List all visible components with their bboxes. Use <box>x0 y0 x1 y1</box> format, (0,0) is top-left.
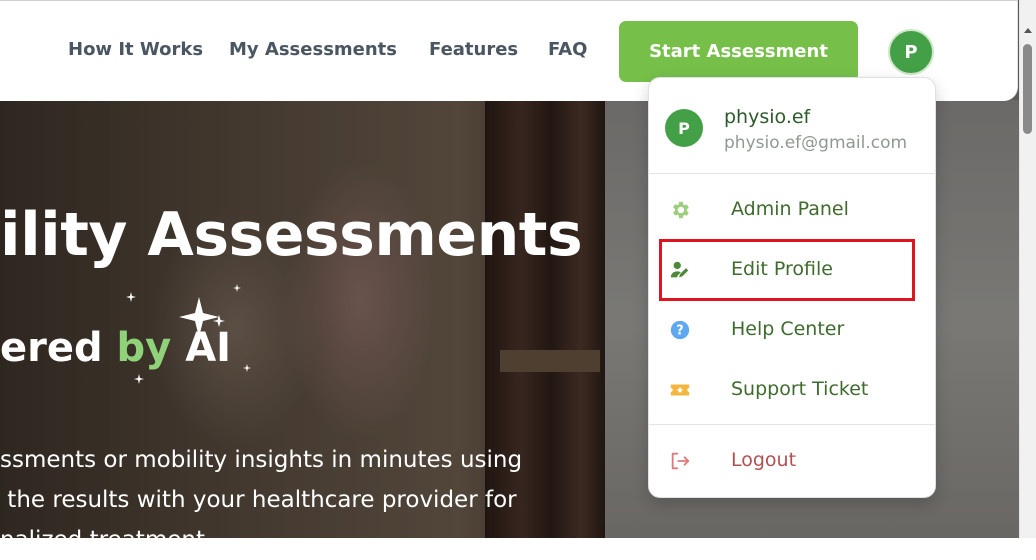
start-assessment-button[interactable]: Start Assessment <box>619 21 858 82</box>
nav-link-faq[interactable]: FAQ <box>548 39 587 60</box>
nav-link-features[interactable]: Features <box>429 39 518 60</box>
menu-item-support-ticket[interactable]: Support Ticket <box>649 361 935 417</box>
hero-title: ility Assessments <box>0 200 583 270</box>
hero-description-line: ssments or mobility insights in minutes … <box>0 447 523 473</box>
user-dropdown-menu: P physio.ef physio.ef@gmail.com Admin Pa… <box>648 77 936 498</box>
user-name: physio.ef <box>724 106 811 128</box>
sparkle-small-icon <box>134 374 144 384</box>
hero-description-line: nalized treatment <box>0 527 205 553</box>
user-avatar-button[interactable]: P <box>888 29 934 75</box>
menu-item-label: Admin Panel <box>731 198 849 220</box>
nav-link-how-it-works[interactable]: How It Works <box>68 39 203 60</box>
page-scrollbar[interactable] <box>1019 0 1036 538</box>
scrollbar-thumb[interactable] <box>1023 44 1032 134</box>
user-info-header: P physio.ef physio.ef@gmail.com <box>649 78 935 174</box>
menu-item-help-center[interactable]: ? Help Center <box>649 301 935 357</box>
avatar: P <box>665 109 703 147</box>
nav-link-my-assessments[interactable]: My Assessments <box>229 39 397 60</box>
menu-item-label: Support Ticket <box>731 378 869 400</box>
hero-description: ssments or mobility insights in minutes … <box>0 440 580 560</box>
menu-item-label: Logout <box>731 449 797 471</box>
sparkle-small-icon <box>243 364 251 372</box>
sparkle-icon <box>179 297 225 337</box>
sparkle-small-icon <box>233 284 241 292</box>
menu-item-label: Edit Profile <box>731 258 833 280</box>
logout-icon <box>671 452 690 470</box>
menu-item-label: Help Center <box>731 318 845 340</box>
question-circle-icon: ? <box>670 320 690 340</box>
scroll-up-arrow-icon[interactable] <box>1024 28 1032 33</box>
menu-item-admin-panel[interactable]: Admin Panel <box>649 181 935 237</box>
hero-subtitle-prefix: ered <box>0 325 117 371</box>
hero-subtitle-by: by <box>116 325 172 371</box>
gear-icon <box>673 201 689 219</box>
menu-item-logout[interactable]: Logout <box>649 432 935 488</box>
user-email: physio.ef@gmail.com <box>724 133 908 153</box>
menu-item-edit-profile[interactable]: Edit Profile <box>649 241 935 297</box>
menu-divider <box>649 424 935 425</box>
sparkle-small-icon <box>126 292 136 302</box>
user-edit-icon <box>670 261 689 278</box>
hero-description-line: the results with your healthcare provide… <box>0 487 517 513</box>
ticket-icon <box>670 384 690 396</box>
svg-text:?: ? <box>676 324 683 339</box>
